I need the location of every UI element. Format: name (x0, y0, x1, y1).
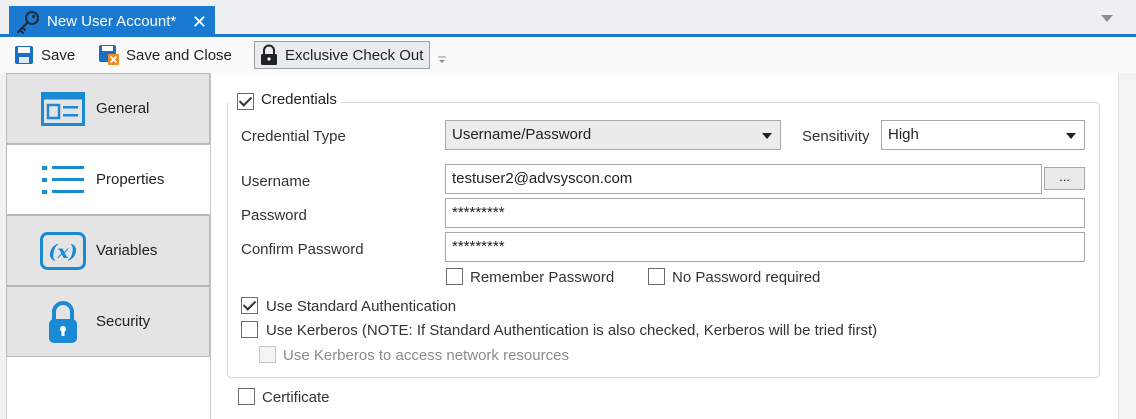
vertical-scrollbar[interactable] (1118, 73, 1136, 419)
svg-text:(x): (x) (48, 241, 77, 263)
use-kerberos-network-label: Use Kerberos to access network resources (283, 347, 569, 364)
sidebar: General Properties (x) Variables Securit… (0, 73, 211, 419)
use-kerberos-checkbox[interactable] (241, 321, 258, 338)
no-password-required-label: No Password required (672, 269, 821, 286)
sidebar-empty-area (6, 357, 210, 419)
sidebar-item-label: Properties (96, 171, 165, 188)
password-input[interactable]: ********* (445, 198, 1085, 228)
password-label: Password (241, 207, 307, 224)
tab-list-dropdown-icon[interactable] (1101, 15, 1113, 22)
save-and-close-label: Save and Close (126, 46, 232, 64)
username-browse-button[interactable]: ... (1044, 167, 1085, 190)
chevron-down-icon (1066, 133, 1076, 139)
sidebar-item-variables[interactable]: (x) Variables (6, 215, 210, 286)
lock-icon (40, 301, 86, 343)
list-icon (40, 159, 86, 201)
padlock-icon (261, 44, 277, 65)
certificate-checkbox[interactable] (238, 388, 255, 405)
sidebar-item-properties[interactable]: Properties (6, 144, 210, 215)
save-button-label: Save (41, 46, 76, 64)
credentials-checkbox[interactable] (237, 93, 254, 110)
close-tab-icon[interactable]: ✕ (192, 13, 207, 31)
variable-x-icon: (x) (40, 230, 86, 272)
save-button[interactable]: Save (13, 42, 75, 68)
remember-password-checkbox[interactable] (446, 268, 463, 285)
username-input[interactable]: testuser2@advsyscon.com (445, 164, 1042, 194)
confirm-password-input[interactable]: ********* (445, 232, 1085, 262)
credential-type-select[interactable]: Username/Password (445, 120, 781, 150)
exclusive-check-out-button[interactable]: Exclusive Check Out (254, 41, 431, 69)
save-icon (15, 46, 33, 64)
credential-type-label: Credential Type (241, 128, 346, 145)
remember-password-label: Remember Password (470, 269, 615, 286)
username-label: Username (241, 173, 311, 190)
document-tab[interactable]: New User Account* ✕ (9, 6, 215, 37)
toolbar: Save Save and Close Exclusive Check Out (0, 37, 1136, 73)
credential-type-value: Username/Password (452, 126, 592, 143)
sidebar-item-general[interactable]: General (6, 73, 210, 144)
chevron-down-icon (762, 133, 772, 139)
use-kerberos-label: Use Kerberos (NOTE: If Standard Authenti… (266, 322, 878, 339)
use-standard-authentication-label: Use Standard Authentication (266, 298, 457, 315)
toolbar-overflow-icon[interactable] (437, 56, 447, 64)
sidebar-item-label: General (96, 100, 150, 117)
sensitivity-select[interactable]: High (881, 120, 1085, 150)
confirm-password-label: Confirm Password (241, 241, 364, 258)
sensitivity-value: High (888, 126, 919, 143)
use-standard-authentication-checkbox[interactable] (241, 297, 258, 314)
save-and-close-button[interactable]: Save and Close (98, 42, 232, 68)
key-icon (17, 10, 39, 34)
certificate-label: Certificate (262, 389, 330, 406)
sidebar-item-label: Security (96, 313, 151, 330)
general-card-icon (40, 88, 86, 130)
sensitivity-label: Sensitivity (802, 128, 870, 145)
no-password-required-checkbox[interactable] (648, 268, 665, 285)
use-kerberos-network-checkbox[interactable] (259, 346, 276, 363)
document-tab-title: New User Account* (47, 13, 177, 30)
exclusive-check-out-label: Exclusive Check Out (285, 46, 424, 64)
save-and-close-icon (99, 45, 119, 65)
sidebar-item-label: Variables (96, 242, 158, 259)
sidebar-item-security[interactable]: Security (6, 286, 210, 357)
